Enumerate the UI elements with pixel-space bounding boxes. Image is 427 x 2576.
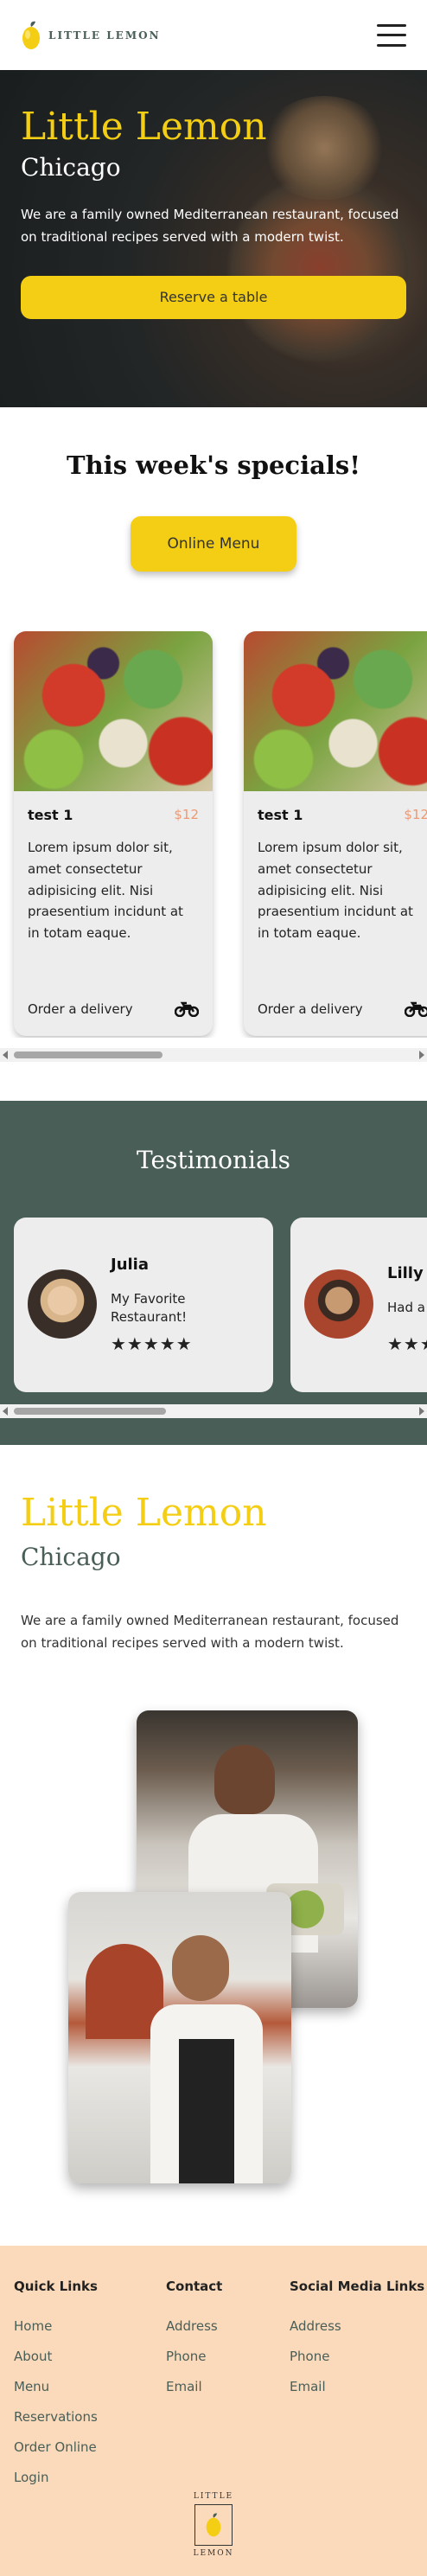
order-delivery-label: Order a delivery — [258, 1001, 363, 1017]
footer-link-menu[interactable]: Menu — [14, 2372, 98, 2402]
card-description: Lorem ipsum dolor sit, amet consectetur … — [258, 840, 413, 941]
brand-name: LITTLE LEMON — [48, 29, 161, 42]
testimonial-quote: My Favorite Restaurant! — [111, 1291, 188, 1325]
contact-link-email[interactable]: Email — [166, 2372, 222, 2402]
footer-link-home[interactable]: Home — [14, 2311, 98, 2342]
social-heading: Social Media Links — [290, 2279, 425, 2294]
testimonial-name: Lilly — [387, 1264, 424, 1282]
testimonials-heading: Testimonials — [136, 1146, 291, 1174]
social-link-phone[interactable]: Phone — [290, 2342, 424, 2372]
special-card[interactable]: test 1 $12 Lorem ipsum dolor sit, amet c… — [14, 631, 213, 1036]
social-link-email[interactable]: Email — [290, 2372, 424, 2402]
quick-links-column: Quick Links Home About Menu Reservations… — [14, 2279, 98, 2493]
specials-heading: This week's specials! — [67, 451, 360, 480]
special-card[interactable]: test 1 $12 Lorem ipsum dolor sit, amet c… — [244, 631, 427, 1036]
testimonials-carousel[interactable]: Julia My Favorite Restaurant! ★★★★★ Lill… — [0, 1218, 427, 1394]
specials-carousel[interactable]: test 1 $12 Lorem ipsum dolor sit, amet c… — [0, 631, 427, 1038]
card-price: $12 — [174, 807, 199, 822]
footer-lemon-icon — [194, 2504, 233, 2546]
order-delivery-link[interactable]: Order a delivery — [28, 1001, 199, 1017]
site-footer: Quick Links Home About Menu Reservations… — [0, 2246, 427, 2576]
card-description: Lorem ipsum dolor sit, amet consectetur … — [28, 840, 183, 941]
footer-link-about[interactable]: About — [14, 2342, 98, 2372]
contact-link-address[interactable]: Address — [166, 2311, 222, 2342]
scroll-left-icon[interactable] — [3, 1407, 8, 1416]
scrollbar-thumb[interactable] — [14, 1408, 166, 1415]
testimonial-quote: Had a — [387, 1300, 425, 1315]
contact-heading: Contact — [166, 2279, 223, 2294]
salad-image — [14, 631, 213, 791]
scroll-left-icon[interactable] — [3, 1051, 8, 1059]
hero-subtitle: Chicago — [21, 153, 121, 182]
specials-scrollbar[interactable] — [0, 1048, 427, 1062]
avatar — [304, 1269, 373, 1339]
scroll-right-icon[interactable] — [419, 1051, 424, 1059]
star-rating: ★★★ — [387, 1333, 427, 1354]
about-title: Little Lemon — [21, 1491, 267, 1535]
salad-image — [244, 631, 427, 791]
quick-links-heading: Quick Links — [14, 2279, 98, 2294]
footer-link-order-online[interactable]: Order Online — [14, 2432, 98, 2463]
card-price: $12 — [404, 807, 427, 822]
testimonial-card: Lilly Had a ★★★ — [290, 1218, 427, 1392]
hero-content: Little Lemon Chicago We are a family own… — [21, 105, 406, 320]
scroll-right-icon[interactable] — [419, 1407, 424, 1416]
site-header: LITTLE LEMON — [0, 0, 427, 70]
online-menu-button[interactable]: Online Menu — [131, 516, 296, 572]
contact-link-phone[interactable]: Phone — [166, 2342, 222, 2372]
hero-description: We are a family owned Mediterranean rest… — [21, 207, 399, 245]
order-delivery-label: Order a delivery — [28, 1001, 133, 1017]
footer-logo[interactable]: LITTLE LEMON — [192, 2492, 235, 2558]
about-description: We are a family owned Mediterranean rest… — [21, 1613, 399, 1651]
hero-section: Little Lemon Chicago We are a family own… — [0, 70, 427, 407]
brand-logo[interactable]: LITTLE LEMON — [21, 20, 161, 51]
testimonial-name: Julia — [111, 1256, 149, 1274]
footer-logo-top: LITTLE — [193, 2492, 234, 2501]
star-rating: ★★★★★ — [111, 1333, 193, 1354]
scrollbar-thumb[interactable] — [14, 1051, 163, 1058]
footer-link-login[interactable]: Login — [14, 2463, 98, 2493]
order-delivery-link[interactable]: Order a delivery — [258, 1001, 427, 1017]
reserve-table-button[interactable]: Reserve a table — [21, 276, 406, 320]
hamburger-menu-icon[interactable] — [377, 23, 406, 47]
social-link-address[interactable]: Address — [290, 2311, 424, 2342]
about-subtitle: Chicago — [21, 1543, 121, 1571]
testimonial-card: Julia My Favorite Restaurant! ★★★★★ — [14, 1218, 273, 1392]
motorbike-icon — [175, 1001, 199, 1017]
testimonials-section: Testimonials Julia My Favorite Restauran… — [0, 1101, 427, 1445]
contact-column: Contact Address Phone Email — [166, 2279, 222, 2402]
footer-logo-bottom: LEMON — [193, 2549, 234, 2558]
lemon-logo-icon — [22, 21, 40, 49]
hero-title: Little Lemon — [21, 105, 267, 149]
card-title: test 1 — [28, 807, 73, 823]
motorbike-icon — [405, 1001, 427, 1017]
social-column: Social Media Links Address Phone Email — [290, 2279, 424, 2402]
chef-photo-2 — [68, 1892, 291, 2183]
footer-link-reservations[interactable]: Reservations — [14, 2402, 98, 2432]
testimonials-scrollbar[interactable] — [0, 1404, 427, 1418]
avatar — [28, 1269, 97, 1339]
card-title: test 1 — [258, 807, 303, 823]
